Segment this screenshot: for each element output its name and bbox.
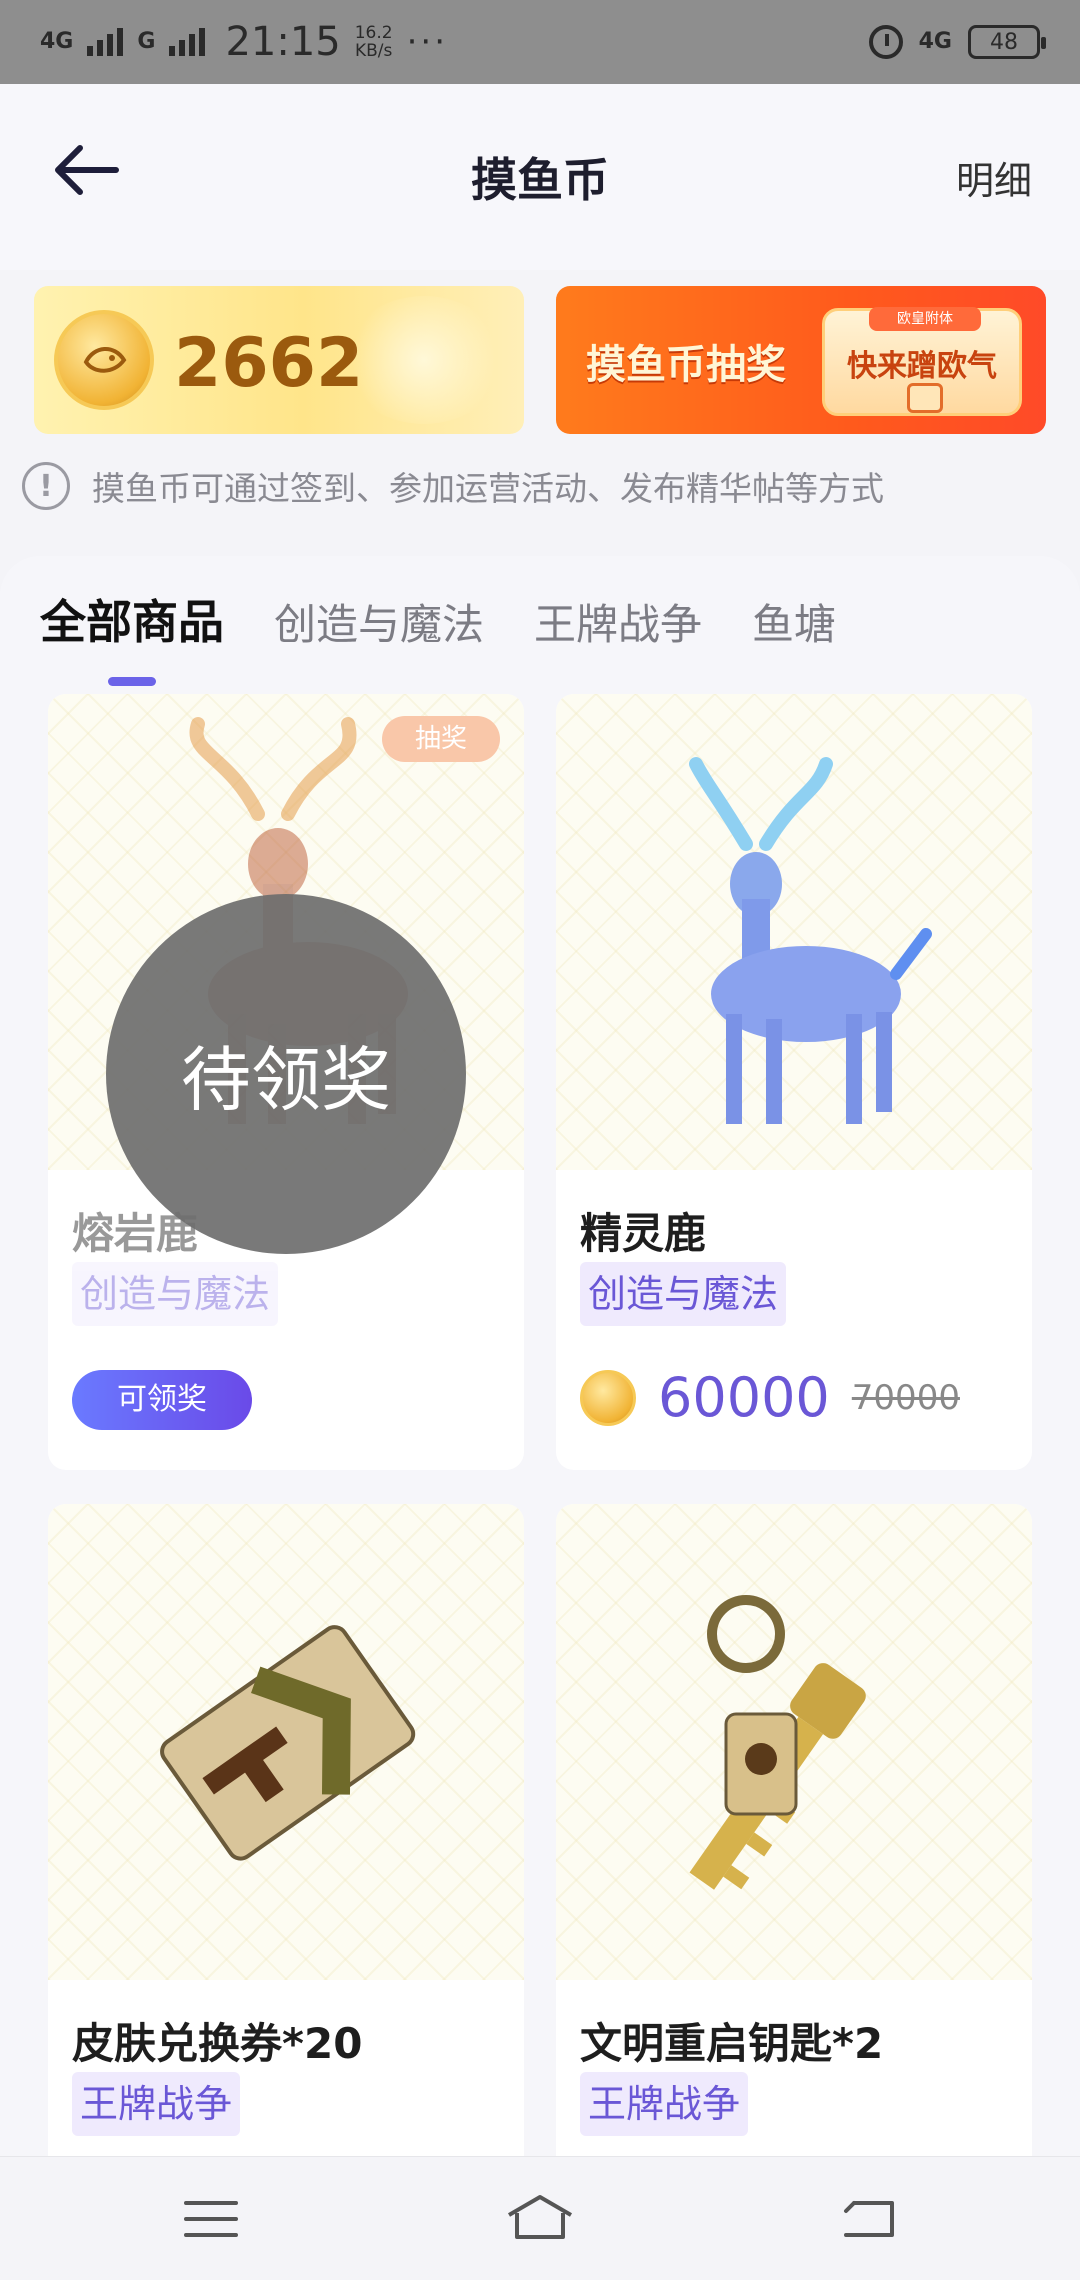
product-original-price: 70000: [851, 1377, 960, 1418]
nav-menu-button[interactable]: [176, 2191, 246, 2247]
lottery-box-tag: 欧皇附体: [869, 307, 981, 331]
battery-level: 48: [990, 29, 1018, 55]
speed-value: 16.2: [354, 23, 393, 43]
product-image: [556, 694, 1032, 1170]
lottery-box: 欧皇附体 快来蹭欧气: [822, 307, 1022, 416]
alarm-icon: [868, 25, 903, 59]
spirit-deer-image: [689, 757, 932, 1124]
lottery-box-text: 快来蹭欧气: [847, 349, 997, 384]
product-image: [48, 1504, 524, 1980]
nav-home-button[interactable]: [505, 2191, 575, 2247]
coin-balance: 2662: [174, 324, 364, 403]
product-name: 皮肤兑换券*20: [72, 2019, 363, 2068]
tab-fish-pond[interactable]: 鱼塘: [752, 591, 836, 666]
signal-icon-2: [169, 28, 206, 56]
tab-creation-magic[interactable]: 创造与魔法: [274, 591, 484, 666]
system-nav-bar: [0, 2156, 1080, 2280]
product-category: 创造与魔法: [72, 1262, 279, 1326]
lottery-banner[interactable]: 摸鱼币抽奖 欧皇附体 快来蹭欧气: [556, 286, 1046, 434]
coin-stack-decoration: [344, 296, 504, 424]
network-type-1: 4G: [40, 29, 74, 54]
product-category: 王牌战争: [580, 2072, 749, 2136]
coin-balance-card[interactable]: 2662: [34, 286, 524, 434]
more-notifications-icon: ···: [406, 22, 449, 62]
network-speed: 16.2 KB/s: [355, 24, 393, 60]
product-name: 文明重启钥匙*2: [580, 2019, 884, 2068]
page-title: 摸鱼币: [471, 153, 609, 207]
back-icon: [844, 2201, 894, 2237]
product-card[interactable]: 精灵鹿 创造与魔法 60000 70000: [556, 694, 1032, 1470]
claim-button[interactable]: 可领奖: [72, 1370, 252, 1430]
product-category: 创造与魔法: [580, 1262, 787, 1326]
lottery-tag: 抽奖: [382, 716, 500, 762]
speed-unit: KB/s: [354, 41, 393, 61]
product-panel: 全部商品 创造与魔法 王牌战争 鱼塘 抽奖 熔岩鹿 创造与魔法 可领奖 待领奖: [0, 556, 1080, 2280]
battery-icon: 48: [968, 25, 1046, 59]
status-left: 4G G 21:15 16.2 KB/s ···: [40, 19, 448, 65]
signal-icon-1: [87, 28, 124, 56]
key-image: [689, 1595, 866, 1890]
product-card[interactable]: 抽奖 熔岩鹿 创造与魔法 可领奖 待领奖: [48, 694, 524, 1470]
status-right: 4G 48: [868, 25, 1046, 59]
network-type-right: 4G: [918, 29, 952, 54]
nav-back-button[interactable]: [834, 2191, 904, 2247]
gift-icon: [907, 383, 943, 413]
category-tabs: 全部商品 创造与魔法 王牌战争 鱼塘: [40, 586, 836, 686]
product-image: [556, 1504, 1032, 1980]
info-icon: !: [22, 462, 70, 510]
status-time: 21:15: [225, 19, 341, 65]
coin-notice: ! 摸鱼币可通过签到、参加运营活动、发布精华帖等方式: [22, 460, 884, 512]
skin-voucher-image: [160, 1625, 416, 1861]
price-row: 60000 70000: [580, 1366, 960, 1429]
pending-prize-overlay: 待领奖: [106, 894, 466, 1254]
product-name: 精灵鹿: [580, 1209, 707, 1258]
network-type-2: G: [137, 29, 156, 54]
fish-coin-icon: [580, 1369, 636, 1426]
menu-icon: [184, 2201, 238, 2237]
product-category: 王牌战争: [72, 2072, 241, 2136]
detail-link[interactable]: 明细: [956, 150, 1032, 205]
tab-ace-war[interactable]: 王牌战争: [534, 591, 702, 666]
product-price: 60000: [658, 1366, 830, 1429]
status-bar: 4G G 21:15 16.2 KB/s ··· 4G 48: [0, 0, 1080, 84]
fish-coin-icon: [54, 310, 154, 410]
tab-all[interactable]: 全部商品: [40, 586, 224, 686]
notice-text: 摸鱼币可通过签到、参加运营活动、发布精华帖等方式: [92, 469, 884, 508]
lottery-title: 摸鱼币抽奖: [586, 342, 786, 388]
home-icon: [507, 2195, 573, 2239]
app-header: 摸鱼币 明细: [0, 84, 1080, 270]
